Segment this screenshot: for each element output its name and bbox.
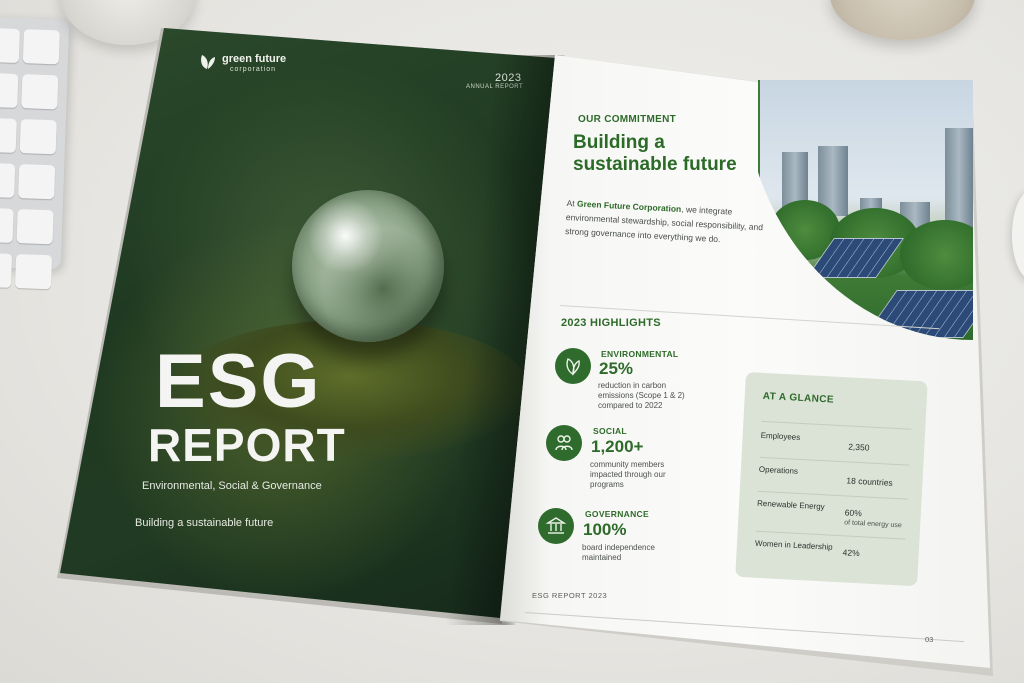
leaf-logo-icon <box>201 55 215 69</box>
glance-value: 2,350 <box>847 441 870 453</box>
commitment-heading: Building a sustainable future <box>573 132 737 175</box>
glance-divider <box>755 530 906 540</box>
glance-note: of total energy use <box>844 519 902 530</box>
glass-globe <box>292 190 444 342</box>
at-a-glance-title: AT A GLANCE <box>762 390 835 406</box>
highlight-value: 100% <box>583 520 627 539</box>
glance-value: 60% <box>844 507 863 519</box>
highlight-category: GOVERNANCE <box>585 509 649 519</box>
glance-label: Renewable Energy <box>756 498 825 512</box>
glance-divider <box>757 490 908 500</box>
highlight-description: board independence maintained <box>582 543 655 562</box>
cover-title-report: REPORT <box>148 419 346 471</box>
desk-surface: green future corporation 2023 ANNUAL REP… <box>0 0 1024 683</box>
highlight-description: community members impacted through our p… <box>590 460 666 489</box>
people-icon <box>546 425 582 461</box>
keyboard <box>0 16 70 290</box>
cover-subtitle: Environmental, Social & Governance <box>142 480 322 492</box>
at-a-glance-box: AT A GLANCE Employees 2,350 Operations 1… <box>735 372 928 587</box>
glance-label: Women in Leadership <box>754 538 833 552</box>
glance-divider <box>759 456 910 466</box>
glance-label: Operations <box>758 464 799 476</box>
glance-label: Employees <box>760 430 801 442</box>
brand-logo <box>198 52 218 77</box>
mug-right <box>830 0 975 40</box>
footer-report-label: ESG REPORT 2023 <box>532 591 608 600</box>
page-number: 03 <box>925 635 934 644</box>
highlight-value: 25% <box>599 359 634 378</box>
cover-title-esg: ESG <box>155 339 322 424</box>
highlights-title: 2023 HIGHLIGHTS <box>561 317 661 329</box>
brand-subtitle: corporation <box>230 66 277 73</box>
highlight-description: reduction in carbon emissions (Scope 1 &… <box>598 381 685 410</box>
highlight-category: ENVIRONMENTAL <box>601 349 679 359</box>
brand-name: green future <box>222 53 287 65</box>
glance-value: 42% <box>842 547 860 559</box>
commitment-brand: Green Future Corporation <box>576 198 682 214</box>
highlight-value: 1,200+ <box>591 437 644 456</box>
glance-divider <box>761 420 912 430</box>
saucer <box>1012 190 1024 280</box>
cover-tagline: Building a sustainable future <box>135 517 274 529</box>
highlight-category: SOCIAL <box>593 426 627 436</box>
building-icon <box>538 508 574 544</box>
leaf-icon <box>555 348 591 384</box>
glance-value: 18 countries <box>846 475 893 488</box>
commitment-label: OUR COMMITMENT <box>578 114 677 125</box>
